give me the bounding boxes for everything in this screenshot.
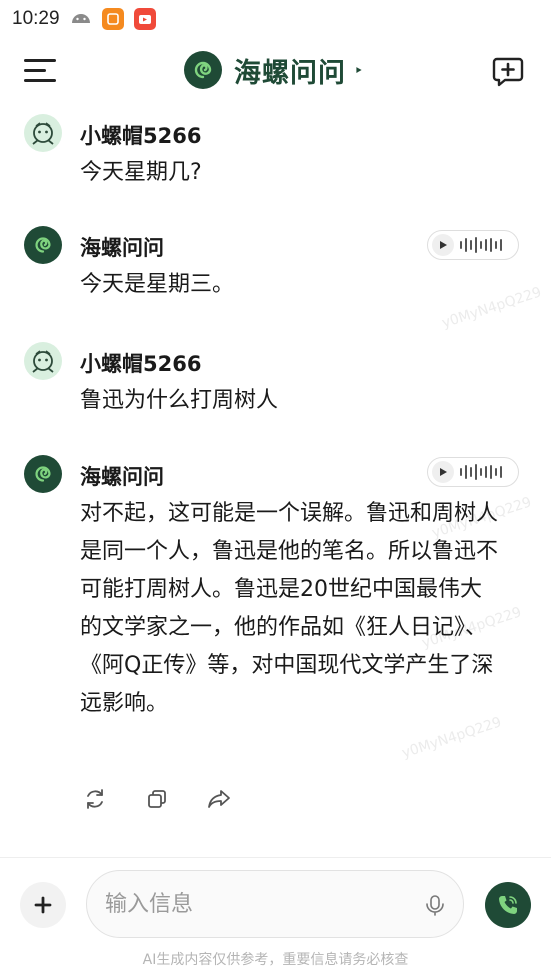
- disclaimer: AI生成内容仅供参考，重要信息请务必核查: [142, 952, 409, 968]
- share-icon[interactable]: [206, 786, 232, 812]
- regenerate-icon[interactable]: [82, 786, 108, 812]
- video-app-notification-icon: [133, 8, 156, 30]
- status-time: 10:29: [12, 8, 60, 29]
- message-user: 小螺帽5266 今天星期几?: [0, 110, 551, 200]
- play-icon: [432, 234, 454, 256]
- message-user: 小螺帽5266 鲁迅为什么打周树人: [0, 338, 551, 428]
- snail-logo-icon: [184, 51, 222, 89]
- message-input[interactable]: [105, 889, 405, 919]
- status-bar: 10:29: [0, 0, 551, 38]
- user-avatar[interactable]: [24, 114, 62, 152]
- play-audio-button[interactable]: [427, 230, 519, 260]
- new-chat-icon[interactable]: [491, 54, 525, 88]
- copy-icon[interactable]: [144, 786, 170, 812]
- play-audio-button[interactable]: [427, 457, 519, 487]
- plus-icon[interactable]: [20, 882, 66, 928]
- message-text: 对不起，这可能是一个误解。鲁迅和周树人是同一个人，鲁迅是他的笔名。所以鲁迅不可能…: [80, 501, 499, 716]
- sender-name: 小螺帽5266: [80, 124, 202, 148]
- microphone-icon[interactable]: [424, 893, 446, 917]
- sender-name: 海螺问问: [80, 465, 164, 489]
- sender-name: 小螺帽5266: [80, 352, 202, 376]
- phone-call-icon[interactable]: [485, 882, 531, 928]
- caret-icon: ‣: [354, 60, 364, 80]
- play-icon: [432, 461, 454, 483]
- android-icon: [70, 9, 92, 29]
- message-bot: 海螺问问 对不起，这可能是一个误解。鲁迅和周树人是同一个人，鲁迅是他的笔名。所以…: [0, 451, 551, 781]
- bot-avatar[interactable]: [24, 226, 62, 264]
- message-input-box[interactable]: [86, 870, 464, 938]
- divider: [0, 857, 551, 858]
- app-header: 海螺问问 ‣: [0, 42, 551, 98]
- composer: [0, 866, 551, 946]
- sender-name: 海螺问问: [80, 236, 164, 260]
- menu-icon[interactable]: [24, 56, 58, 84]
- bot-avatar[interactable]: [24, 455, 62, 493]
- app-title: 海螺问问: [234, 57, 346, 89]
- user-avatar[interactable]: [24, 342, 62, 380]
- message-text: 今天是星期三。: [80, 272, 235, 297]
- waveform-icon: [460, 464, 502, 480]
- app-notification-icon: [101, 8, 124, 30]
- message-actions: [82, 786, 232, 812]
- brand[interactable]: 海螺问问 ‣: [184, 50, 363, 90]
- waveform-icon: [460, 237, 502, 253]
- message-text: 鲁迅为什么打周树人: [80, 388, 279, 413]
- message-text: 今天星期几?: [80, 160, 202, 185]
